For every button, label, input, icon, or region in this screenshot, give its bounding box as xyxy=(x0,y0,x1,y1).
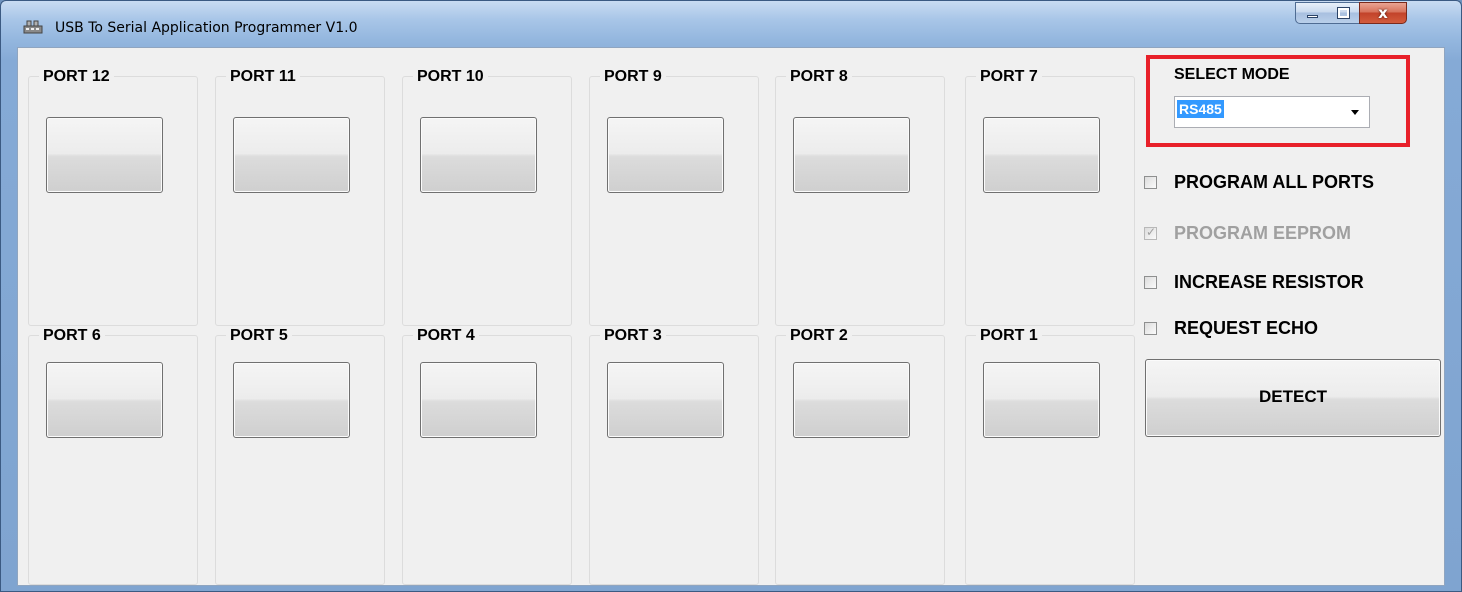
port-label: PORT 2 xyxy=(786,327,852,345)
window-title: USB To Serial Application Programmer V1.… xyxy=(55,20,358,36)
checkmark-icon: ✓ xyxy=(1146,225,1157,239)
port-group-11: PORT 11 xyxy=(215,68,385,326)
title-bar[interactable]: USB To Serial Application Programmer V1.… xyxy=(1,1,1461,47)
port-label: PORT 8 xyxy=(786,68,852,86)
port-group-7: PORT 7 xyxy=(965,68,1135,326)
port-5-button[interactable] xyxy=(233,362,350,438)
port-label: PORT 3 xyxy=(600,327,666,345)
port-group-4: PORT 4 xyxy=(402,327,572,585)
port-label: PORT 7 xyxy=(976,68,1042,86)
port-group-3: PORT 3 xyxy=(589,327,759,585)
close-button[interactable]: x xyxy=(1359,2,1407,24)
detect-button[interactable]: DETECT xyxy=(1145,359,1441,437)
checkbox-box[interactable] xyxy=(1144,276,1157,289)
port-label: PORT 9 xyxy=(600,68,666,86)
maximize-button[interactable] xyxy=(1328,2,1360,24)
checkbox-box: ✓ xyxy=(1144,225,1157,240)
port-label: PORT 4 xyxy=(413,327,479,345)
checkbox-box[interactable] xyxy=(1144,176,1157,189)
checkbox-label: INCREASE RESISTOR xyxy=(1174,272,1364,292)
application-window: USB To Serial Application Programmer V1.… xyxy=(0,0,1462,592)
port-label: PORT 10 xyxy=(413,68,488,86)
port-1-button[interactable] xyxy=(983,362,1100,438)
minimize-button[interactable] xyxy=(1295,2,1329,24)
port-8-button[interactable] xyxy=(793,117,910,193)
port-label: PORT 12 xyxy=(39,68,114,86)
maximize-icon xyxy=(1337,7,1350,19)
port-7-button[interactable] xyxy=(983,117,1100,193)
port-group-10: PORT 10 xyxy=(402,68,572,326)
port-10-button[interactable] xyxy=(420,117,537,193)
port-group-2: PORT 2 xyxy=(775,327,945,585)
checkbox-label: REQUEST ECHO xyxy=(1174,318,1319,338)
port-group-5: PORT 5 xyxy=(215,327,385,585)
port-label: PORT 1 xyxy=(976,327,1042,345)
port-6-button[interactable] xyxy=(46,362,163,438)
port-group-1: PORT 1 xyxy=(965,327,1135,585)
checkbox-label: PROGRAM ALL PORTS xyxy=(1174,172,1375,192)
close-icon: x xyxy=(1378,4,1388,22)
port-group-6: PORT 6 xyxy=(28,327,198,585)
port-label: PORT 6 xyxy=(39,327,105,345)
port-label: PORT 5 xyxy=(226,327,292,345)
minimize-icon xyxy=(1307,15,1318,18)
port-label: PORT 11 xyxy=(226,68,300,86)
usb-device-icon xyxy=(23,20,43,34)
port-11-button[interactable] xyxy=(233,117,350,193)
port-2-button[interactable] xyxy=(793,362,910,438)
port-4-button[interactable] xyxy=(420,362,537,438)
port-group-8: PORT 8 xyxy=(775,68,945,326)
port-3-button[interactable] xyxy=(607,362,724,438)
port-group-9: PORT 9 xyxy=(589,68,759,326)
checkbox-box[interactable] xyxy=(1144,322,1157,335)
checkbox-label: PROGRAM EEPROM xyxy=(1174,223,1352,243)
port-group-12: PORT 12 xyxy=(28,68,198,326)
client-area: PORT 12 PORT 11 PORT 10 PORT 9 PORT 8 PO… xyxy=(17,47,1445,586)
port-12-button[interactable] xyxy=(46,117,163,193)
port-9-button[interactable] xyxy=(607,117,724,193)
highlight-box xyxy=(1146,55,1410,147)
